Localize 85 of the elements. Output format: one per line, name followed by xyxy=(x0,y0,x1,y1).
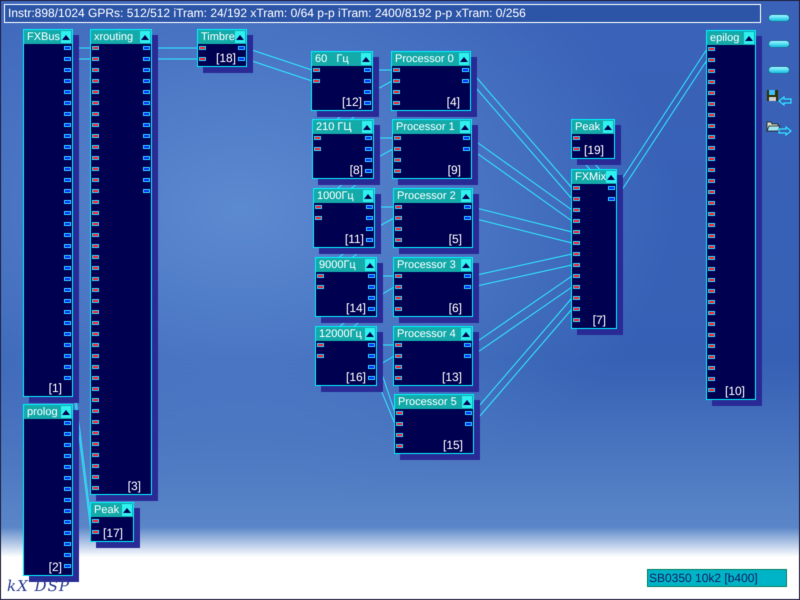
node-title: FXBus xyxy=(27,30,60,44)
collapse-button[interactable] xyxy=(362,121,372,133)
collapse-button[interactable] xyxy=(744,32,754,44)
node-number: [8] xyxy=(350,163,363,177)
triangle-icon xyxy=(460,56,468,62)
triangle-icon xyxy=(461,124,469,130)
node-number: [3] xyxy=(128,479,141,493)
node-title: Processor 5 xyxy=(398,395,457,409)
triangle-icon xyxy=(236,34,244,40)
save-button[interactable] xyxy=(765,87,793,109)
node-number: [18] xyxy=(216,51,236,65)
triangle-icon xyxy=(745,36,753,40)
triangle-icon xyxy=(62,410,70,414)
collapse-button[interactable] xyxy=(461,259,471,271)
collapse-button[interactable] xyxy=(606,171,616,183)
node-number: [10] xyxy=(724,384,745,398)
triangle-icon xyxy=(607,174,616,180)
collapse-button[interactable] xyxy=(61,31,71,43)
triangle-icon xyxy=(604,124,612,130)
node-title: Processor 2 xyxy=(397,189,456,203)
bar-button[interactable] xyxy=(768,40,790,48)
triangle-icon xyxy=(363,124,371,130)
triangle-icon xyxy=(362,56,370,62)
collapse-button[interactable] xyxy=(365,259,375,271)
node-title: Processor 4 xyxy=(397,327,456,341)
triangle-icon xyxy=(463,400,471,404)
node-title: 1000Гц xyxy=(317,189,354,203)
triangle-icon xyxy=(366,262,374,268)
node-title: prolog xyxy=(27,405,58,419)
device-label: SB0350 10k2 [b400] xyxy=(647,569,787,587)
collapse-button[interactable] xyxy=(361,53,371,65)
triangle-icon xyxy=(123,508,131,512)
collapse-button[interactable] xyxy=(122,504,132,516)
triangle-icon xyxy=(462,194,470,198)
collapse-button[interactable] xyxy=(365,328,375,340)
node-number: [9] xyxy=(448,163,461,177)
floppy-arrow-icon xyxy=(766,89,792,107)
folder-arrow-icon xyxy=(766,119,792,137)
node-number: [7] xyxy=(592,313,606,327)
collapse-button[interactable] xyxy=(462,396,472,408)
node-title: Processor 1 xyxy=(396,120,455,134)
node-number: [14] xyxy=(346,301,366,315)
node-title: Peak xyxy=(575,120,600,134)
collapse-button[interactable] xyxy=(61,406,71,418)
node-title: Processor 0 xyxy=(395,52,454,66)
node-number: [16] xyxy=(346,370,366,384)
node-title: xrouting xyxy=(94,30,134,44)
triangle-icon xyxy=(366,332,374,336)
triangle-icon xyxy=(141,34,149,40)
node-number: [17] xyxy=(102,526,123,540)
triangle-icon xyxy=(364,194,372,198)
collapse-button[interactable] xyxy=(461,328,471,340)
collapse-button[interactable] xyxy=(460,121,470,133)
node-title: 60 Гц xyxy=(315,52,349,66)
node-number: [19] xyxy=(584,143,604,157)
node-title: Timbre xyxy=(201,30,235,44)
collapse-button[interactable] xyxy=(461,190,471,202)
bar-button[interactable] xyxy=(768,14,790,22)
collapse-button[interactable] xyxy=(363,190,373,202)
node-number: [1] xyxy=(48,381,62,395)
node-title: epilog xyxy=(710,31,740,45)
node-title: 9000Гц xyxy=(319,258,356,272)
node-title: FXMix xyxy=(575,170,606,184)
collapse-button[interactable] xyxy=(603,121,613,133)
triangle-icon xyxy=(462,262,470,268)
node-number: [11] xyxy=(344,232,364,246)
collapse-button[interactable] xyxy=(235,31,245,43)
node-number: [15] xyxy=(442,438,463,452)
triangle-icon xyxy=(462,332,470,336)
bar-button[interactable] xyxy=(768,66,790,74)
node-title: 210 ГЦ xyxy=(316,120,352,134)
node-title: Peak xyxy=(94,503,120,517)
node-number: [5] xyxy=(448,232,462,246)
node-title: Processor 3 xyxy=(397,258,456,272)
collapse-button[interactable] xyxy=(459,53,469,65)
node-number: [2] xyxy=(48,560,62,574)
node-number: [12] xyxy=(342,95,362,109)
node-number: [6] xyxy=(448,301,462,315)
node-title: 12000Гц xyxy=(319,327,362,341)
triangle-icon xyxy=(62,34,70,40)
status-bar: Instr:898/1024 GPRs: 512/512 iTram: 24/192 xTram: 0/64 p-p iTram: 2400/8192 p-p xTram: 0/256 xyxy=(4,4,761,23)
collapse-button[interactable] xyxy=(140,31,150,43)
node-number: [13] xyxy=(442,370,462,384)
logo-text: kX DSP xyxy=(7,577,70,595)
node-number: [4] xyxy=(446,95,460,109)
